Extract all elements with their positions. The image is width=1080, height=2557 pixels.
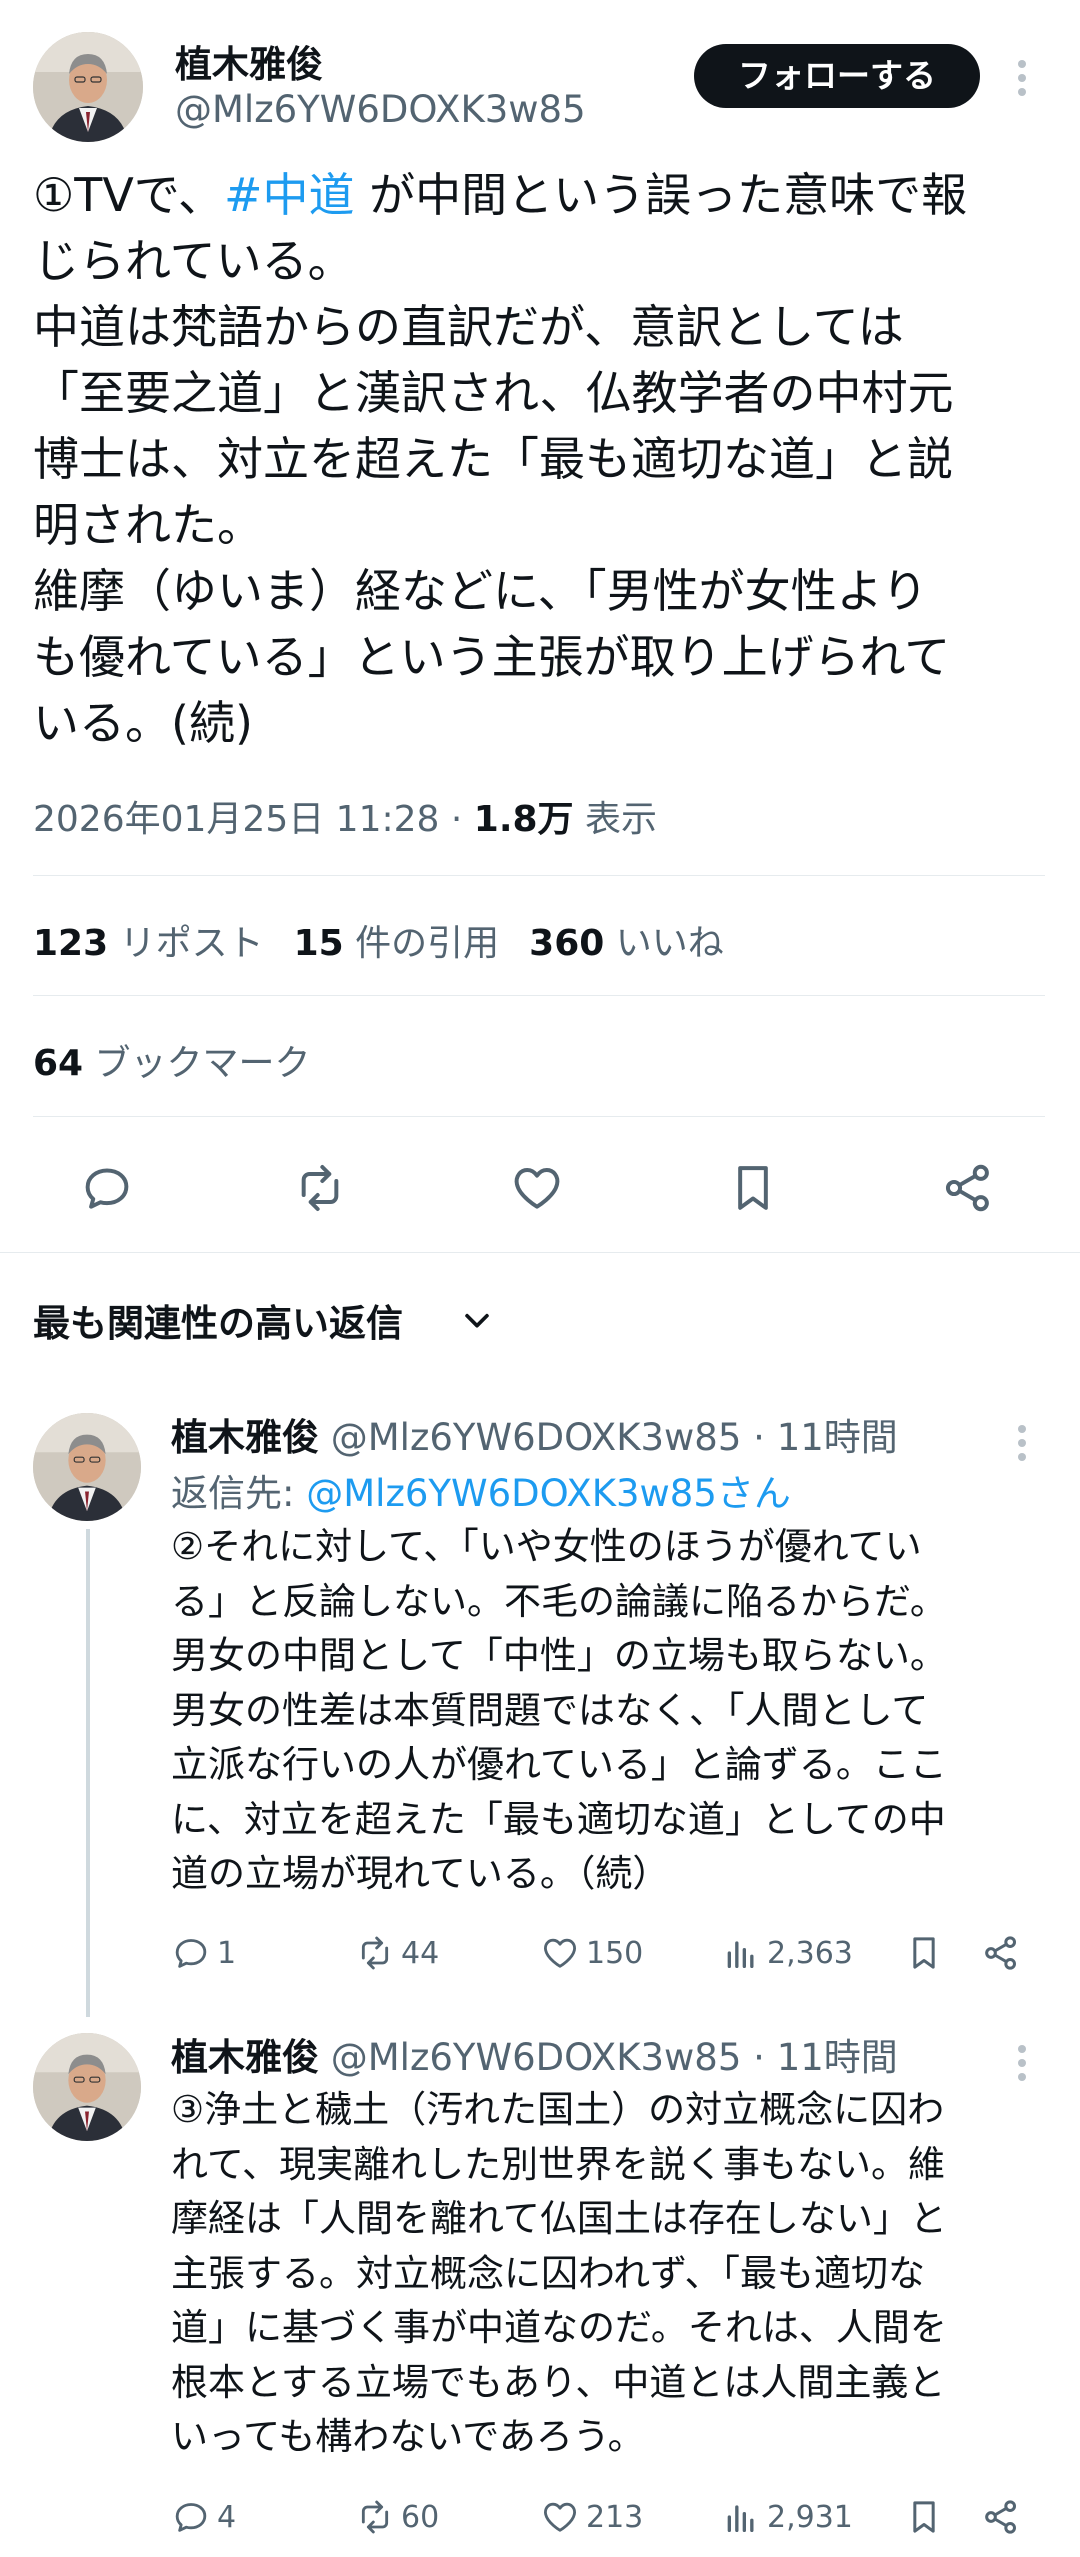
reply-button[interactable]: 1 <box>171 1929 236 1977</box>
post-meta: 2026年01月25日 11:28 · 1.8万 表示 <box>33 799 658 840</box>
quotes-stat[interactable]: 15 件の引用 <box>294 923 500 964</box>
reply-count: 1 <box>217 1935 237 1971</box>
views-button[interactable]: 2,363 <box>721 1929 853 1977</box>
reply-author-name[interactable]: 植木雅俊 <box>171 2036 319 2079</box>
thread-line <box>86 1529 90 2017</box>
post-text-line: 「至要之道」と漢訳され、仏教学者の中村元 <box>33 366 954 420</box>
reply-to: 返信先: @Mlz6YW6DOXK3w85さん <box>171 1472 791 1515</box>
post-text-line: 博士は、対立を超えた「最も適切な道」と説 <box>33 432 953 486</box>
share-icon <box>985 1936 1016 1970</box>
divider <box>33 875 1045 876</box>
like-icon <box>544 2502 576 2532</box>
post-text-line: も優れている」という主張が取り上げられて <box>33 630 951 684</box>
views-icon <box>727 2505 754 2532</box>
views-icon <box>727 1941 754 1968</box>
reply-actions: 1 44 150 2,363 <box>171 1929 1041 1977</box>
like-count: 213 <box>586 2499 644 2535</box>
repost-icon <box>361 1936 389 1970</box>
reply-author-name[interactable]: 植木雅俊 <box>171 1416 319 1459</box>
share-button[interactable] <box>981 1929 1027 1977</box>
reply-header: 植木雅俊 @Mlz6YW6DOXK3w85 · 11時間 <box>171 2027 898 2081</box>
likes-stat[interactable]: 360 いいね <box>529 923 724 964</box>
repost-icon[interactable] <box>292 1160 348 1216</box>
post-text-line: いる。(続) <box>33 696 253 750</box>
reply-time[interactable]: · 11時間 <box>741 1416 898 1459</box>
like-icon <box>544 1938 576 1968</box>
post-text-line: 維摩（ゆいま）経などに、「男性が女性より <box>33 564 928 618</box>
bookmark-icon <box>913 1937 935 1969</box>
replies-sort-label[interactable]: 最も関連性の高い返信 <box>33 1293 403 1347</box>
author-avatar[interactable] <box>33 32 143 142</box>
reply-time[interactable]: · 11時間 <box>741 2036 898 2079</box>
author-name[interactable]: 植木雅俊 <box>175 34 323 88</box>
bookmark-icon <box>913 2501 935 2533</box>
post-text-line: じられている。 <box>33 234 354 288</box>
bookmark-button[interactable] <box>904 1929 950 1977</box>
repost-count: 44 <box>401 1935 440 1971</box>
avatar-photo <box>33 32 143 142</box>
view-count: 2,363 <box>767 1935 853 1971</box>
view-count: 2,931 <box>767 2499 853 2535</box>
repost-button[interactable]: 44 <box>355 1929 439 1977</box>
reply-icon <box>175 2503 207 2532</box>
more-dots-icon[interactable] <box>1015 1425 1029 1461</box>
like-button[interactable]: 150 <box>540 1929 643 1977</box>
bookmark-button[interactable] <box>904 2493 950 2541</box>
repost-count: 60 <box>401 2499 440 2535</box>
reply-icon <box>175 1939 207 1968</box>
more-dots-icon[interactable] <box>1015 2045 1029 2081</box>
like-button[interactable]: 213 <box>540 2493 643 2541</box>
like-icon[interactable] <box>509 1160 565 1216</box>
reply-author-handle[interactable]: @Mlz6YW6DOXK3w85 <box>319 2036 742 2079</box>
reposts-stat[interactable]: 123 リポスト <box>33 923 264 964</box>
reply-author-handle[interactable]: @Mlz6YW6DOXK3w85 <box>319 1416 742 1459</box>
repost-button[interactable]: 60 <box>355 2493 439 2541</box>
post-text-line: 明された。 <box>33 498 263 552</box>
follow-button[interactable]: フォローする <box>694 44 980 108</box>
share-icon <box>985 2500 1016 2534</box>
share-button[interactable] <box>981 2493 1027 2541</box>
views-label: 表示 <box>573 799 658 840</box>
author-handle[interactable]: @Mlz6YW6DOXK3w85 <box>175 88 586 131</box>
divider <box>33 1116 1045 1117</box>
repost-icon <box>361 2500 389 2534</box>
avatar-photo <box>33 2033 141 2141</box>
views-count: 1.8万 <box>473 799 574 840</box>
hashtag-link[interactable]: #中道 <box>224 168 355 222</box>
bookmarks-stat[interactable]: 64 ブックマーク <box>33 1034 311 1086</box>
post-timestamp[interactable]: 2026年01月25日 11:28 <box>33 799 439 840</box>
reply-text: ②それに対して、「いや女性のほうが優れてい る」と反論しない。不毛の論議に陥るか… <box>171 1525 947 1895</box>
reply-avatar[interactable] <box>33 1413 141 1521</box>
reply-actions: 4 60 213 2,931 <box>171 2493 1041 2541</box>
post-text: ①TVで、#中道 が中間という誤った意味で報 じられている。 中道は梵語からの直… <box>33 162 1043 756</box>
divider <box>0 1252 1080 1253</box>
engagement-stats: 123 リポスト 15 件の引用 360 いいね <box>33 914 724 966</box>
bookmark-icon[interactable] <box>725 1160 781 1216</box>
reply-button[interactable]: 4 <box>171 2493 236 2541</box>
divider <box>33 995 1045 996</box>
reply-count: 4 <box>217 2499 237 2535</box>
reply-header: 植木雅俊 @Mlz6YW6DOXK3w85 · 11時間 <box>171 1407 898 1461</box>
post-text-line: 中道は梵語からの直訳だが、意訳としては <box>33 300 904 354</box>
avatar-photo <box>33 1413 141 1521</box>
share-icon[interactable] <box>940 1160 996 1216</box>
more-dots-icon[interactable] <box>1015 60 1029 96</box>
views-button[interactable]: 2,931 <box>721 2493 853 2541</box>
chevron-down-icon[interactable] <box>460 1303 494 1337</box>
reply-avatar[interactable] <box>33 2033 141 2141</box>
reply-to-handle[interactable]: @Mlz6YW6DOXK3w85さん <box>306 1472 791 1515</box>
reply-icon[interactable] <box>79 1160 135 1216</box>
post-text-line: ①TVで、#中道 が中間という誤った意味で報 <box>33 168 968 222</box>
like-count: 150 <box>586 1935 644 1971</box>
reply-text: ③浄土と穢土（汚れた国土）の対立概念に囚わ れて、現実離れした別世界を説く事もな… <box>171 2088 947 2458</box>
